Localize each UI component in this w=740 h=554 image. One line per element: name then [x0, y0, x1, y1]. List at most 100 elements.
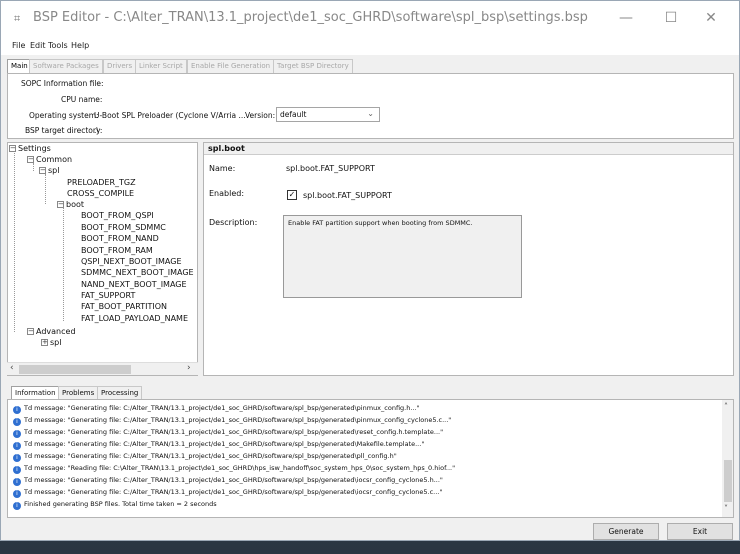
scroll-left-icon[interactable]: ‹: [10, 363, 14, 373]
tab-target-bsp-directory[interactable]: Target BSP Directory: [273, 59, 353, 73]
enabled-checkbox[interactable]: ✓: [287, 190, 297, 200]
enabled-checkbox-label[interactable]: spl.boot.FAT_SUPPORT: [303, 191, 392, 200]
collapse-toggle-icon[interactable]: −: [27, 328, 34, 335]
message-log: i Td message: "Generating file: C:/Alter_…: [7, 399, 734, 518]
info-icon: i: [13, 418, 21, 426]
tree-node-boot-item[interactable]: SDMMC_NEXT_BOOT_IMAGE: [81, 268, 194, 277]
description-label: Description:: [209, 218, 258, 227]
log-vertical-scrollbar[interactable]: ˄ ˅: [722, 400, 733, 517]
info-icon: i: [13, 406, 21, 414]
tree-node-boot[interactable]: − boot: [57, 200, 84, 209]
os-label: Operating system:: [29, 111, 99, 120]
menu-tools[interactable]: Tools: [48, 41, 68, 50]
tree-node-boot-item-selected[interactable]: FAT_SUPPORT: [81, 291, 135, 300]
bsp-dir-value: .\: [94, 126, 99, 135]
tree-node-boot-item[interactable]: BOOT_FROM_QSPI: [81, 211, 154, 220]
menu-edit[interactable]: Edit: [30, 41, 46, 50]
info-icon: i: [13, 502, 21, 510]
collapse-toggle-icon[interactable]: −: [39, 167, 46, 174]
menu-bar: File Edit Tools Help: [1, 37, 739, 55]
menu-help[interactable]: Help: [71, 41, 89, 50]
version-select[interactable]: default ⌄: [276, 107, 380, 122]
info-icon: i: [13, 466, 21, 474]
tree-guide-line: [45, 174, 46, 204]
exit-button[interactable]: Exit: [667, 523, 733, 540]
tab-linker-script[interactable]: Linker Script: [135, 59, 187, 73]
tree-node-spl[interactable]: − spl: [39, 166, 59, 175]
version-value: default: [280, 110, 307, 119]
collapse-toggle-icon[interactable]: −: [57, 201, 64, 208]
log-line: i Td message: "Generating file: C:/Alter_…: [13, 451, 397, 462]
tree-node-preloader-tgz[interactable]: PRELOADER_TGZ: [67, 178, 136, 187]
tree-node-boot-item[interactable]: FAT_BOOT_PARTITION: [81, 302, 167, 311]
sopc-label: SOPC Information file:: [21, 79, 104, 88]
check-icon: ✓: [288, 190, 296, 199]
tree-node-boot-item[interactable]: BOOT_FROM_NAND: [81, 234, 159, 243]
cpu-label: CPU name:: [61, 95, 103, 104]
log-line: i Td message: "Generating file: C:/Alter_…: [13, 475, 443, 486]
expand-toggle-icon[interactable]: +: [41, 339, 48, 346]
info-icon: i: [13, 430, 21, 438]
bsp-info-panel: SOPC Information file: CPU name: Operati…: [7, 73, 734, 139]
tab-processing[interactable]: Processing: [97, 386, 143, 400]
tree-node-boot-item[interactable]: BOOT_FROM_SDMMC: [81, 223, 166, 232]
log-line: i Td message: "Generating file: C:/Alter_…: [13, 487, 442, 498]
tab-main[interactable]: Main: [7, 59, 32, 73]
tab-software-packages[interactable]: Software Packages: [29, 59, 103, 73]
os-value[interactable]: U-Boot SPL Preloader (Cyclone V/Arria ..…: [94, 111, 246, 120]
window-title: BSP Editor - C:\Alter_TRAN\13.1_project\…: [33, 10, 588, 25]
bsp-dir-label: BSP target directory:: [25, 126, 103, 135]
log-line: i Td message: "Generating file: C:/Alter_…: [13, 415, 451, 426]
info-icon: i: [13, 442, 21, 450]
info-icon: i: [13, 478, 21, 486]
version-label: Version:: [245, 111, 276, 120]
name-label: Name:: [209, 164, 236, 173]
chevron-down-icon: ⌄: [367, 109, 374, 118]
name-value: spl.boot.FAT_SUPPORT: [286, 164, 375, 173]
log-line: i Td message: "Reading file: C:\Alter_TRA…: [13, 463, 455, 474]
collapse-toggle-icon[interactable]: −: [9, 145, 16, 152]
tree-guide-line: [63, 207, 64, 321]
minimize-button[interactable]: —: [606, 5, 646, 31]
scroll-right-icon[interactable]: ›: [187, 363, 191, 373]
tree-node-boot-item[interactable]: NAND_NEXT_BOOT_IMAGE: [81, 280, 187, 289]
tree-horizontal-scrollbar[interactable]: ‹ ›: [7, 362, 198, 375]
settings-tree: − Settings − Common − spl PRELOADER_TGZ CRO…: [7, 142, 198, 376]
tab-problems[interactable]: Problems: [58, 386, 99, 400]
tab-enable-file-generation[interactable]: Enable File Generation: [187, 59, 275, 73]
log-line: i Td message: "Generating file: C:/Alter_…: [13, 403, 420, 414]
log-line: i Td message: "Generating file: C:/Alter_…: [13, 427, 443, 438]
tree-node-boot-item[interactable]: BOOT_FROM_RAM: [81, 246, 153, 255]
detail-header: spl.boot: [204, 143, 733, 155]
maximize-button[interactable]: ☐: [651, 5, 691, 31]
scrollbar-thumb[interactable]: [724, 460, 732, 502]
log-line: i Finished generating BSP files. Total ti…: [13, 499, 217, 510]
enabled-label: Enabled:: [209, 189, 245, 198]
app-icon: ⌗: [14, 12, 21, 25]
info-icon: i: [13, 490, 21, 498]
tree-guide-line: [14, 153, 15, 332]
tab-drivers[interactable]: Drivers: [103, 59, 137, 73]
info-icon: i: [13, 454, 21, 462]
bsp-editor-window: ⌗ BSP Editor - C:\Alter_TRAN\13.1_projec…: [0, 0, 740, 541]
tab-information[interactable]: Information: [11, 386, 60, 400]
tree-node-cross-compile[interactable]: CROSS_COMPILE: [67, 189, 134, 198]
tree-node-boot-item[interactable]: FAT_LOAD_PAYLOAD_NAME: [81, 314, 188, 323]
tree-node-common[interactable]: − Common: [27, 155, 72, 164]
scroll-down-icon[interactable]: ˅: [724, 504, 728, 513]
tree-guide-line: [33, 163, 34, 171]
tree-node-advanced[interactable]: − Advanced: [27, 327, 76, 336]
description-box: Enable FAT partition support when bootin…: [283, 215, 522, 298]
title-bar: ⌗ BSP Editor - C:\Alter_TRAN\13.1_projec…: [1, 1, 739, 37]
scrollbar-thumb[interactable]: [19, 365, 131, 374]
tree-node-boot-item[interactable]: QSPI_NEXT_BOOT_IMAGE: [81, 257, 182, 266]
collapse-toggle-icon[interactable]: −: [27, 156, 34, 163]
menu-file[interactable]: File: [12, 41, 25, 50]
scroll-up-icon[interactable]: ˄: [724, 402, 728, 411]
log-line: i Td message: "Generating file: C:/Alter_…: [13, 439, 424, 450]
generate-button[interactable]: Generate: [593, 523, 659, 540]
tree-node-settings[interactable]: − Settings: [9, 144, 51, 153]
setting-detail-panel: spl.boot Name: spl.boot.FAT_SUPPORT Enab…: [203, 142, 734, 376]
close-button[interactable]: ✕: [691, 5, 731, 31]
tree-node-advanced-spl[interactable]: + spl: [41, 338, 61, 347]
